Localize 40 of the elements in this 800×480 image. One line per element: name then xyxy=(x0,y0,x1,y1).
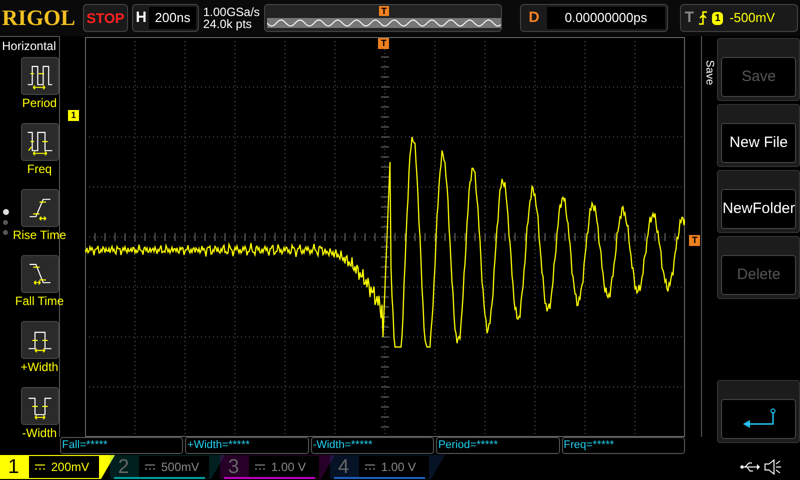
measurement-readout: -Width=***** xyxy=(310,437,434,454)
measure-button[interactable]: Fall Time xyxy=(4,251,74,317)
delay-label: D xyxy=(528,8,540,28)
overview-wave-icon xyxy=(267,18,502,28)
channel-tab[interactable]: 4 1.00 V xyxy=(330,455,445,479)
speaker-muted-icon xyxy=(764,459,782,475)
measurement-readout: Period=***** xyxy=(436,437,560,454)
dc-coupling-icon xyxy=(145,464,156,470)
trigger-level: -500mV xyxy=(729,9,775,28)
rising-edge-icon xyxy=(698,11,708,25)
softkey-button[interactable]: NewFolder xyxy=(721,189,796,229)
trigger-time-marker: T xyxy=(378,38,390,49)
sample-rate: 1.00GSa/s xyxy=(203,6,260,18)
measure-button[interactable]: Rise Time xyxy=(4,185,74,251)
measure-button[interactable]: Freq xyxy=(4,119,74,185)
trigger-label: T xyxy=(684,8,694,28)
trigger-level-marker: T xyxy=(688,235,700,246)
run-state[interactable]: STOP xyxy=(82,4,128,32)
horizontal-label: H xyxy=(134,8,148,28)
menu-title: Horizontal xyxy=(1,39,56,53)
dc-coupling-icon xyxy=(35,464,46,470)
memory-depth: 24.0k pts xyxy=(203,18,253,30)
brand-logo: RIGOL xyxy=(2,7,76,29)
measurement-readout: +Width=***** xyxy=(185,437,309,454)
measurement-readout: Freq=***** xyxy=(562,437,686,454)
dc-coupling-icon xyxy=(365,464,376,470)
measurement-readout: Fall=***** xyxy=(60,437,184,454)
channel-marker: 1 xyxy=(68,110,79,121)
back-button[interactable] xyxy=(721,399,796,439)
menu-title: Save xyxy=(703,60,714,88)
overview-trigger-marker: T xyxy=(379,6,389,16)
channel-tab[interactable]: 1 200mV xyxy=(0,455,115,479)
timebase-value: 200ns xyxy=(149,7,196,29)
dc-coupling-icon xyxy=(255,464,266,470)
delay-value: 0.00000000ps xyxy=(547,7,665,29)
measure-button[interactable]: +Width xyxy=(4,317,74,383)
softkey-button[interactable]: New File xyxy=(721,123,796,163)
return-arrow-icon xyxy=(740,408,777,430)
trigger-source: 1 xyxy=(712,12,724,24)
usb-icon xyxy=(740,461,760,473)
